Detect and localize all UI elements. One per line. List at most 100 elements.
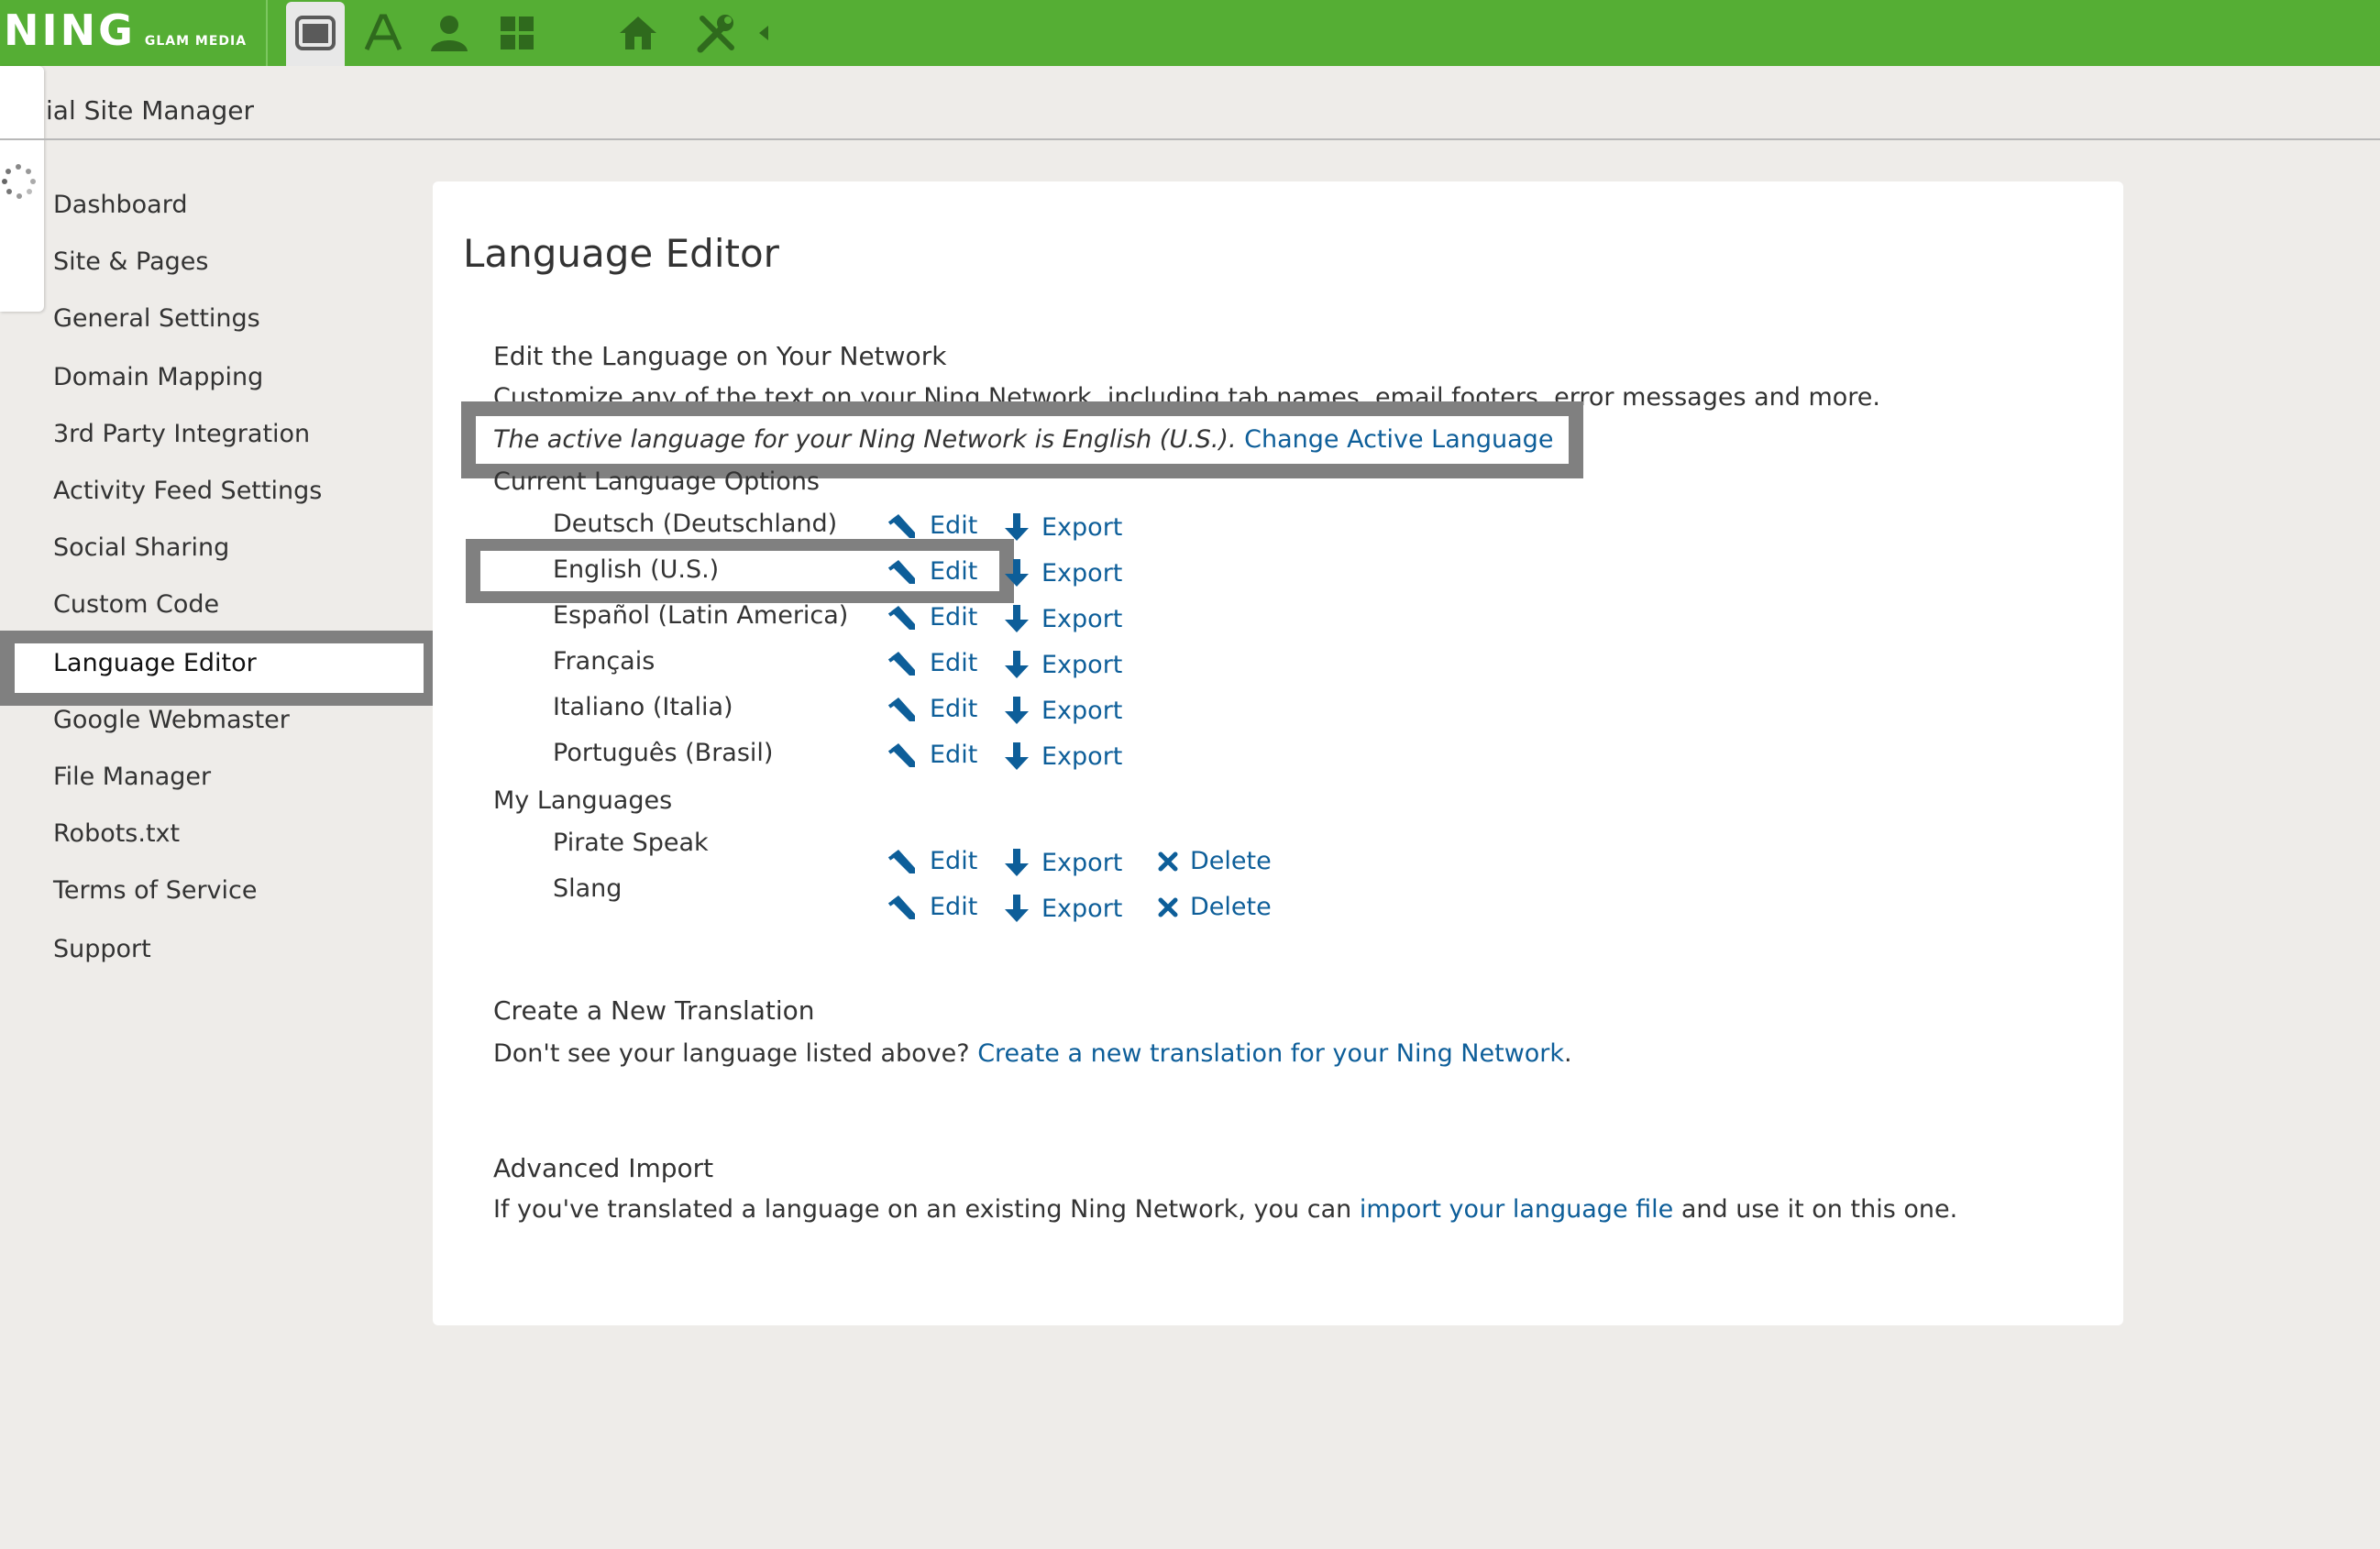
export-link-label: Export	[1041, 742, 1123, 771]
export-link-label: Export	[1041, 650, 1123, 679]
logo-sub-text: GLAM MEDIA	[144, 34, 248, 49]
pencil-icon	[887, 696, 930, 723]
export-link[interactable]: Export	[1003, 893, 1122, 924]
sidebar-item-activity-feed-settings[interactable]: Activity Feed Settings	[53, 477, 322, 505]
edit-link-label: Edit	[930, 557, 978, 586]
edit-link-label: Edit	[930, 741, 978, 769]
sidebar-item-robots-txt[interactable]: Robots.txt	[53, 819, 180, 848]
my-languages-heading: My Languages	[493, 786, 673, 815]
language-name: Français	[553, 647, 656, 676]
import-section-prompt: If you've translated a language on an ex…	[493, 1195, 1352, 1224]
language-name: Español (Latin America)	[553, 601, 849, 630]
sidebar-item-domain-mapping[interactable]: Domain Mapping	[53, 363, 263, 391]
sidebar-item-google-webmaster[interactable]: Google Webmaster	[53, 706, 290, 734]
language-name: Deutsch (Deutschland)	[553, 510, 838, 538]
export-link[interactable]: Export	[1003, 649, 1122, 680]
person-icon[interactable]	[425, 9, 473, 57]
edit-link[interactable]: Edit	[887, 603, 977, 632]
close-icon	[1157, 896, 1190, 918]
language-name: Italiano (Italia)	[553, 693, 733, 721]
sidebar-item-file-manager[interactable]: File Manager	[53, 763, 211, 791]
import-section-heading: Advanced Import	[493, 1153, 714, 1183]
pencil-icon	[887, 512, 930, 540]
edit-link[interactable]: Edit	[887, 557, 977, 586]
export-link[interactable]: Export	[1003, 511, 1122, 543]
download-arrow-icon	[1003, 649, 1041, 680]
export-link[interactable]: Export	[1003, 603, 1122, 634]
sidebar-item-dashboard[interactable]: Dashboard	[53, 191, 187, 219]
create-section-prompt: Don't see your language listed above?	[493, 1039, 970, 1068]
active-language-line: The active language for your Ning Networ…	[493, 425, 1553, 454]
ning-logo[interactable]: NING GLAM MEDIA	[4, 5, 247, 60]
delete-link[interactable]: Delete	[1157, 847, 1272, 875]
page-title: Language Editor	[463, 231, 779, 276]
download-arrow-icon	[1003, 741, 1041, 772]
import-section-suffix: and use it on this one.	[1680, 1195, 1958, 1224]
import-language-file-link[interactable]: import your language file	[1360, 1195, 1673, 1224]
sidebar-item-support[interactable]: Support	[53, 935, 151, 963]
language-name: Pirate Speak	[553, 829, 709, 857]
download-arrow-icon	[1003, 695, 1041, 726]
edit-section-heading: Edit the Language on Your Network	[493, 341, 947, 371]
export-link[interactable]: Export	[1003, 557, 1122, 588]
loading-spinner-icon	[0, 161, 40, 216]
edit-link-label: Edit	[930, 893, 978, 921]
export-link-label: Export	[1041, 848, 1123, 877]
sidebar-item-social-sharing[interactable]: Social Sharing	[53, 533, 229, 562]
edit-link-label: Edit	[930, 695, 978, 723]
delete-link-label: Delete	[1190, 893, 1272, 921]
language-name: English (U.S.)	[553, 555, 720, 584]
edit-link[interactable]: Edit	[887, 741, 977, 769]
site-manager-title: ial Site Manager	[46, 95, 255, 126]
edit-link-label: Edit	[930, 511, 978, 540]
close-icon	[1157, 851, 1190, 873]
font-icon[interactable]	[359, 9, 407, 57]
edit-link[interactable]: Edit	[887, 893, 977, 921]
pencil-icon	[887, 848, 930, 875]
create-section-heading: Create a New Translation	[493, 995, 815, 1026]
download-arrow-icon	[1003, 847, 1041, 878]
download-arrow-icon	[1003, 893, 1041, 924]
pencil-icon	[887, 650, 930, 677]
delete-link[interactable]: Delete	[1157, 893, 1272, 921]
collapse-arrow-icon[interactable]	[757, 24, 770, 46]
sidebar-item-general-settings[interactable]: General Settings	[53, 304, 260, 333]
create-section-suffix: .	[1564, 1039, 1572, 1068]
export-link[interactable]: Export	[1003, 741, 1122, 772]
edit-link-label: Edit	[930, 603, 978, 632]
edit-link[interactable]: Edit	[887, 695, 977, 723]
edit-link-label: Edit	[930, 847, 978, 875]
edit-link[interactable]: Edit	[887, 649, 977, 677]
edit-link[interactable]: Edit	[887, 511, 977, 540]
pencil-icon	[887, 894, 930, 921]
create-translation-link[interactable]: Create a new translation for your Ning N…	[977, 1039, 1564, 1068]
top-toolbar	[0, 0, 2380, 66]
logo-main-text: NING	[4, 5, 136, 55]
sidebar-item-site-pages[interactable]: Site & Pages	[53, 247, 209, 276]
pencil-icon	[887, 604, 930, 632]
download-arrow-icon	[1003, 557, 1041, 588]
home-icon[interactable]	[614, 9, 662, 57]
sidebar-item-terms-of-service[interactable]: Terms of Service	[53, 876, 258, 905]
export-link-label: Export	[1041, 604, 1123, 633]
download-arrow-icon	[1003, 603, 1041, 634]
sidebar-item-3rd-party-integration[interactable]: 3rd Party Integration	[53, 420, 310, 448]
grid-icon[interactable]	[493, 9, 541, 57]
sidebar-item-language-editor[interactable]: Language Editor	[53, 649, 257, 677]
create-section-text: Don't see your language listed above? Cr…	[493, 1039, 1572, 1068]
sidebar-item-custom-code[interactable]: Custom Code	[53, 590, 219, 619]
export-link[interactable]: Export	[1003, 847, 1122, 878]
edit-link[interactable]: Edit	[887, 847, 977, 875]
window-icon[interactable]	[292, 9, 339, 57]
change-active-language-link[interactable]: Change Active Language	[1244, 425, 1553, 454]
tools-icon[interactable]	[693, 9, 741, 57]
export-link[interactable]: Export	[1003, 695, 1122, 726]
import-section-text: If you've translated a language on an ex…	[493, 1195, 1957, 1224]
language-name: Português (Brasil)	[553, 739, 774, 767]
active-language-text: The active language for your Ning Networ…	[493, 425, 1237, 454]
edit-link-label: Edit	[930, 649, 978, 677]
current-options-heading: Current Language Options	[493, 467, 820, 496]
language-name: Slang	[553, 874, 623, 903]
pencil-icon	[887, 742, 930, 769]
export-link-label: Export	[1041, 894, 1123, 923]
